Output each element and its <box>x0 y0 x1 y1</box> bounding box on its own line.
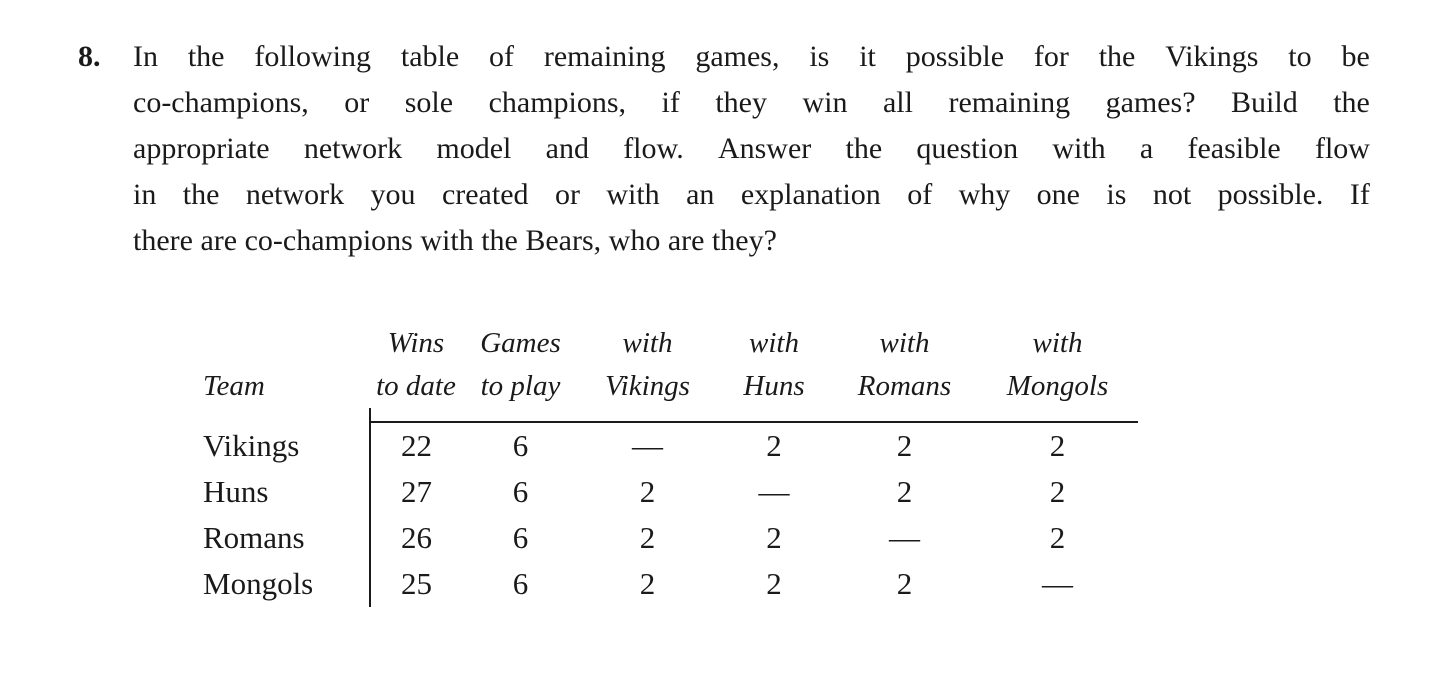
cell-huns-games-to-play: 6 <box>512 474 529 509</box>
table-body: Vikings 22 6 — 2 2 2 Huns 27 6 2 — 2 2 R… <box>195 422 1138 607</box>
column-header-with-mongols: with Mongols <box>977 322 1138 408</box>
problem-line-4: in the network you created or with an explanatio… <box>133 178 1370 211</box>
cell-romans-with-mongols: 2 <box>1049 520 1066 555</box>
table-head: Team Wins to date Games to play with Vik… <box>195 322 1138 423</box>
header-rule-vikings <box>579 408 716 423</box>
problem-line-2: co-champions, or sole champions, if they win al… <box>133 86 1370 119</box>
column-header-games-to-play-line1: Games <box>480 327 561 359</box>
table-rule-row <box>195 408 1138 423</box>
problem-line-5: there are co-champions with the Bears, w… <box>133 224 777 257</box>
header-rule-wins <box>369 408 462 423</box>
column-header-team-line2: Team <box>203 370 265 402</box>
cell-huns-wins-to-date: 27 <box>369 469 462 515</box>
cell-vikings-wins-to-date: 22 <box>369 422 462 469</box>
header-rule-huns <box>716 408 832 423</box>
table-row: Romans 26 6 2 2 — 2 <box>195 515 1138 561</box>
column-header-wins-to-date-line2: to date <box>376 370 456 402</box>
table-header-row: Team Wins to date Games to play with Vik… <box>195 322 1138 408</box>
cell-vikings-with-huns: 2 <box>766 428 782 463</box>
cell-mongols-with-vikings: 2 <box>639 566 656 601</box>
row-label-romans: Romans <box>203 520 305 555</box>
column-header-with-romans-line1: with <box>879 327 930 359</box>
cell-romans-wins-to-date: 26 <box>369 515 462 561</box>
remaining-games-table: Team Wins to date Games to play with Vik… <box>0 322 1434 662</box>
column-header-with-huns-line2: Huns <box>743 370 805 402</box>
cell-huns-with-vikings: 2 <box>639 474 656 509</box>
problem-line-3: appropriate network model and flow. Answer the… <box>133 132 1370 165</box>
problem-number: 8. <box>78 40 101 73</box>
column-header-with-vikings-line1: with <box>622 327 673 359</box>
table-row: Vikings 22 6 — 2 2 2 <box>195 422 1138 469</box>
column-header-with-romans: with Romans <box>832 322 977 408</box>
row-label-vikings: Vikings <box>203 427 300 463</box>
cell-huns-with-huns: — <box>758 474 790 509</box>
row-label-mongols: Mongols <box>203 566 314 601</box>
column-header-with-romans-line2: Romans <box>857 370 952 402</box>
column-header-with-vikings-line2: Vikings <box>605 370 690 402</box>
column-header-team: Team <box>195 322 370 408</box>
column-header-with-mongols-line1: with <box>1032 327 1083 359</box>
cell-romans-with-huns: 2 <box>766 520 782 555</box>
cell-huns-with-mongols: 2 <box>1049 474 1066 509</box>
cell-mongols-with-romans: 2 <box>896 566 913 601</box>
column-header-with-huns-line1: with <box>749 327 799 359</box>
problem-block: 8. In the following table of remaining games, i… <box>78 34 1370 264</box>
cell-huns-with-romans: 2 <box>896 474 913 509</box>
cell-vikings-games-to-play: 6 <box>512 428 529 463</box>
cell-mongols-wins-to-date: 25 <box>369 561 462 607</box>
header-rule-mongols <box>977 408 1138 423</box>
cell-vikings-with-romans: 2 <box>896 428 913 463</box>
cell-romans-games-to-play: 6 <box>512 520 529 555</box>
cell-vikings-with-vikings: — <box>632 428 663 463</box>
row-label-huns: Huns <box>203 474 269 509</box>
column-header-with-huns: with Huns <box>716 322 832 408</box>
header-rule-games <box>462 408 579 423</box>
cell-mongols-with-huns: 2 <box>766 566 782 601</box>
column-header-games-to-play-line2: to play <box>480 370 561 402</box>
cell-vikings-with-mongols: 2 <box>1049 428 1066 463</box>
column-header-wins-to-date: Wins to date <box>370 322 462 408</box>
column-header-with-vikings: with Vikings <box>579 322 716 408</box>
problem-line-1: In the following table of remaining games, is it… <box>133 40 1370 73</box>
column-header-with-mongols-line2: Mongols <box>1006 370 1109 402</box>
table: Team Wins to date Games to play with Vik… <box>195 322 1138 607</box>
column-header-wins-to-date-line1: Wins <box>387 327 445 359</box>
cell-romans-with-vikings: 2 <box>639 520 656 555</box>
problem-text: In the following table of remaining games, is it… <box>133 34 1370 264</box>
table-row: Huns 27 6 2 — 2 2 <box>195 469 1138 515</box>
header-rule-romans <box>832 408 977 423</box>
column-header-games-to-play: Games to play <box>462 322 579 408</box>
table-row: Mongols 25 6 2 2 2 — <box>195 561 1138 607</box>
cell-mongols-games-to-play: 6 <box>512 566 529 601</box>
cell-romans-with-romans: — <box>889 520 920 555</box>
cell-mongols-with-mongols: — <box>1042 566 1073 601</box>
rule-gap-team <box>195 408 370 422</box>
